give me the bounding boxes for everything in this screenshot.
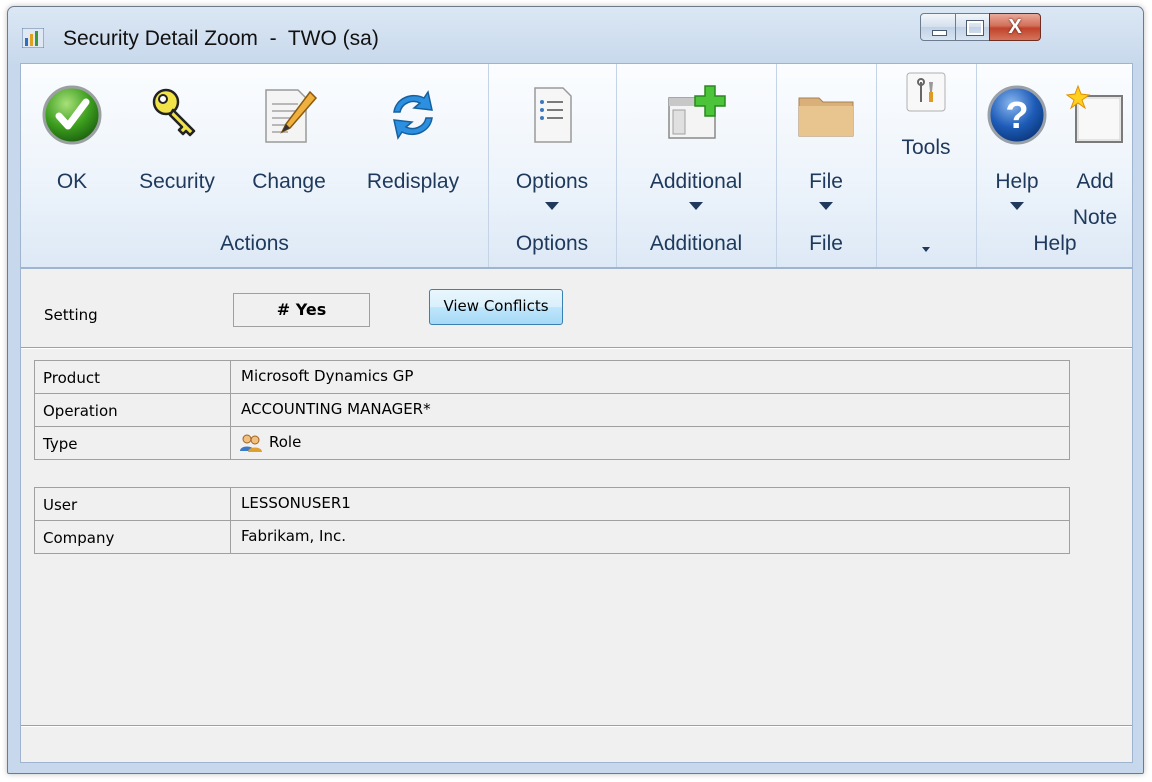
options-label: Options [515,170,589,193]
tools-button[interactable]: Tools [876,64,976,194]
operation-label: Operation [43,402,118,420]
maximize-button[interactable] [955,13,990,41]
group-label-actions: Actions [220,232,289,255]
help-icon: ? [987,85,1047,145]
type-value: Role [269,433,302,451]
user-field: LESSONUSER1 [230,488,1070,520]
refresh-icon [393,90,433,140]
grid-row-type: Type Role [35,427,1070,460]
company-field: Fabrikam, Inc. [230,521,1070,553]
ribbon-group-options: Options Options [488,64,617,267]
grid-row-product: Product Microsoft Dynamics GP [35,361,1070,394]
file-dropdown-icon [819,202,833,210]
type-field: Role [230,427,1070,459]
ribbon: OK Security Change Redisplay Actions Opt… [20,63,1133,268]
ok-check-icon [42,85,102,145]
view-conflicts-button[interactable]: View Conflicts [429,289,563,325]
ok-label: OK [56,170,88,193]
redisplay-label: Redisplay [366,170,460,193]
add-note-label-line1: Add [1076,170,1114,193]
svg-text:?: ? [1005,95,1028,137]
operation-value: ACCOUNTING MANAGER* [241,400,431,418]
ribbon-group-help: ? Help Add Note Help [976,64,1134,267]
app-chart-icon [22,28,44,48]
user-label: User [43,496,78,514]
options-dropdown-icon [545,202,559,210]
company-value: Fabrikam, Inc. [241,527,347,545]
ok-button[interactable]: OK [31,64,113,224]
role-users-icon [240,434,262,452]
product-value: Microsoft Dynamics GP [241,367,414,385]
help-label: Help [995,170,1039,193]
edit-document-icon [265,89,318,143]
setting-label: Setting [44,306,98,324]
change-label: Change [252,170,326,193]
security-label: Security [139,170,215,193]
product-label: Product [43,369,100,387]
note-icon [1065,84,1123,143]
file-button[interactable]: File [776,64,876,224]
tools-expand-button[interactable] [876,239,976,257]
ribbon-group-actions: OK Security Change Redisplay Actions [21,64,489,267]
ribbon-group-tools: Tools [876,64,977,267]
company-label: Company [43,529,115,547]
add-note-button[interactable]: Add Note [1056,64,1134,229]
options-button[interactable]: Options [488,64,616,224]
ribbon-group-file: File File [776,64,877,267]
grid-row-operation: Operation ACCOUNTING MANAGER* [35,394,1070,427]
additional-label: Additional [649,170,743,193]
detail-grid: Product Microsoft Dynamics GP Operation … [34,360,1070,460]
help-dropdown-icon [1010,202,1024,210]
redisplay-button[interactable]: Redisplay [347,64,479,224]
additional-dropdown-icon [689,202,703,210]
grid-row-user: User LESSONUSER1 [35,488,1070,521]
operation-field: ACCOUNTING MANAGER* [230,394,1070,426]
close-icon: X [1008,16,1022,38]
grid-row-company: Company Fabrikam, Inc. [35,521,1070,554]
file-label: File [809,170,843,193]
help-button[interactable]: ? Help [980,64,1054,224]
group-label-help: Help [1033,232,1077,255]
product-field: Microsoft Dynamics GP [230,361,1070,393]
additional-button[interactable]: Additional [616,64,776,224]
status-divider [21,725,1132,727]
user-value: LESSONUSER1 [241,494,351,512]
options-list-icon [534,87,572,143]
close-button[interactable]: X [989,13,1041,41]
user-grid: User LESSONUSER1 Company Fabrikam, Inc. [34,487,1070,554]
folder-icon [798,97,854,137]
tools-icon [906,72,946,112]
divider [21,347,1132,349]
window-title: Security Detail Zoom - TWO (sa) [63,27,379,50]
group-label-additional: Additional [649,232,743,255]
form-area: Setting # Yes View Conflicts Product Mic… [20,268,1133,763]
group-label-options: Options [515,232,589,255]
change-button[interactable]: Change [239,64,339,224]
add-note-label-line2: Note [1072,206,1118,229]
tools-label: Tools [901,136,951,159]
add-note-label: Add Note [1056,164,1134,236]
key-icon [152,88,196,137]
setting-value: # Yes [233,293,370,327]
group-label-file: File [809,232,843,255]
expand-icon [922,247,930,252]
ribbon-group-additional: Additional Additional [616,64,777,267]
type-label: Type [43,435,78,453]
additional-window-icon [668,85,726,139]
title-bar: Security Detail Zoom - TWO (sa) X [8,7,1143,63]
security-detail-zoom-window: Security Detail Zoom - TWO (sa) X OK Sec… [7,6,1144,774]
security-button[interactable]: Security [125,64,229,224]
minimize-button[interactable] [920,13,956,41]
